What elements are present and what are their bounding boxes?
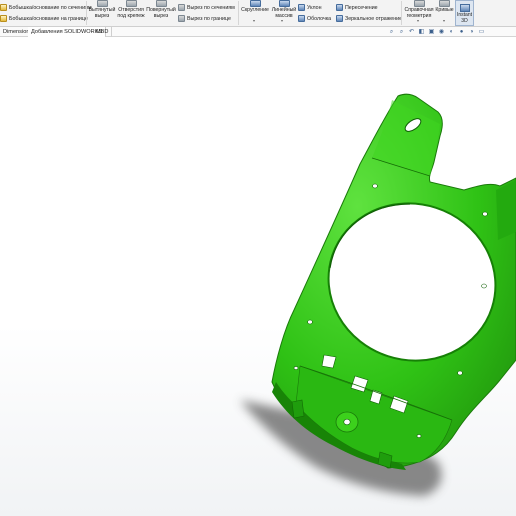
command-manager-ribbon: Бобышка/основание по сечениям Бобышка/ос… <box>0 0 516 27</box>
curves-dropdown-chevron-icon[interactable]: ▾ <box>443 18 445 23</box>
fillet-icon <box>249 0 261 7</box>
search-icon[interactable]: ⌕ <box>388 29 395 36</box>
mount-hole <box>293 366 299 370</box>
boundary-cut-button[interactable]: Вырез по границе <box>178 15 231 22</box>
mirror-button[interactable]: Зеркальное отражение <box>336 15 402 22</box>
view-settings-icon[interactable]: ▭ <box>478 29 485 36</box>
revolved-cut-icon <box>155 0 167 7</box>
hide-show-icon[interactable]: ◐ <box>448 29 455 36</box>
reference-geometry-icon <box>413 0 425 7</box>
reference-geometry-button[interactable]: Справочная геометрия <box>403 0 435 19</box>
boss-loft-icon <box>0 4 7 11</box>
instant3d-label: Instant 3D <box>456 12 472 24</box>
boss-loft-button[interactable]: Бобышка/основание по сечениям <box>0 4 92 11</box>
lofted-cut-icon <box>178 4 185 11</box>
intersect-icon <box>336 4 343 11</box>
intersect-button[interactable]: Пересечение <box>336 4 378 11</box>
shell-label: Оболочка <box>307 15 332 22</box>
curves-button[interactable]: Кривые <box>435 0 454 14</box>
intersect-label: Пересечение <box>345 4 378 11</box>
draft-button[interactable]: Уклон <box>298 4 322 11</box>
mount-hole <box>482 211 488 217</box>
hole-wizard-icon <box>125 0 137 7</box>
bracket-model[interactable] <box>0 38 516 516</box>
fillet-dropdown-chevron-icon[interactable]: ▾ <box>253 18 255 23</box>
curves-icon <box>439 0 450 7</box>
boss-boundary-button[interactable]: Бобышка/основание на границе <box>0 15 88 22</box>
fillet-button[interactable]: Скругление <box>240 0 270 14</box>
hole-wizard-label: Отверстия под крепеж <box>117 7 145 19</box>
mount-hole <box>372 183 378 189</box>
linear-pattern-button[interactable]: Линейный массив <box>271 0 297 19</box>
graphics-area[interactable] <box>0 38 516 516</box>
linear-pattern-label: Линейный массив <box>271 7 297 19</box>
revolved-cut-label: Повернутый вырез <box>146 7 176 19</box>
extruded-cut-button[interactable]: Вытянутый вырез <box>89 0 115 19</box>
draft-icon <box>298 4 305 11</box>
bent-tab <box>291 399 305 419</box>
ribbon-separator <box>238 1 239 25</box>
lofted-cut-button[interactable]: Вырез по сечениям <box>178 4 235 11</box>
pattern-dropdown-chevron-icon[interactable]: ▾ <box>281 18 283 23</box>
draft-label: Уклон <box>307 4 322 11</box>
scene-icon[interactable]: ◑ <box>468 29 475 36</box>
edit-appearance-icon[interactable]: ● <box>458 29 465 36</box>
mirror-label: Зеркальное отражение <box>345 15 403 22</box>
mount-hole <box>307 319 313 325</box>
lofted-cut-label: Вырез по сечениям <box>187 4 235 11</box>
display-style-icon[interactable]: ◉ <box>438 29 445 36</box>
shell-button[interactable]: Оболочка <box>298 15 331 22</box>
section-view-icon[interactable]: ◧ <box>418 29 425 36</box>
linear-pattern-icon <box>278 0 290 7</box>
ribbon-separator <box>86 1 87 25</box>
extruded-cut-label: Вытянутый вырез <box>88 7 116 19</box>
mount-hole <box>457 370 463 376</box>
zoom-area-icon[interactable]: ⌕ <box>398 29 405 36</box>
embossed-boss-hole <box>343 418 351 426</box>
fillet-label: Скругление <box>241 7 269 13</box>
right-flange <box>496 180 516 240</box>
heads-up-view-toolbar: ⌕ ⌕ ↶ ◧ ▣ ◉ ◐ ● ◑ ▭ <box>388 27 485 37</box>
instant3d-button[interactable]: Instant 3D <box>455 0 474 26</box>
reference-geometry-dropdown-chevron-icon[interactable]: ▾ <box>417 18 419 23</box>
mount-hole <box>481 283 487 289</box>
shell-icon <box>298 15 305 22</box>
instant3d-icon <box>459 4 470 13</box>
boundary-cut-icon <box>178 15 185 22</box>
tab-mbd[interactable]: MBD <box>93 27 113 37</box>
ribbon-separator <box>401 1 402 25</box>
mount-hole <box>416 434 422 438</box>
boundary-cut-label: Вырез по границе <box>187 15 231 22</box>
hole-wizard-button[interactable]: Отверстия под крепеж <box>116 0 146 19</box>
boss-loft-label: Бобышка/основание по сечениям <box>9 4 92 11</box>
previous-view-icon[interactable]: ↶ <box>408 29 415 36</box>
curves-label: Кривые <box>435 7 454 13</box>
boss-boundary-label: Бобышка/основание на границе <box>9 15 88 22</box>
revolved-cut-button[interactable]: Повернутый вырез <box>146 0 176 19</box>
view-orientation-icon[interactable]: ▣ <box>428 29 435 36</box>
mirror-icon <box>336 15 343 22</box>
extruded-cut-icon <box>96 0 108 7</box>
boss-boundary-icon <box>0 15 7 22</box>
